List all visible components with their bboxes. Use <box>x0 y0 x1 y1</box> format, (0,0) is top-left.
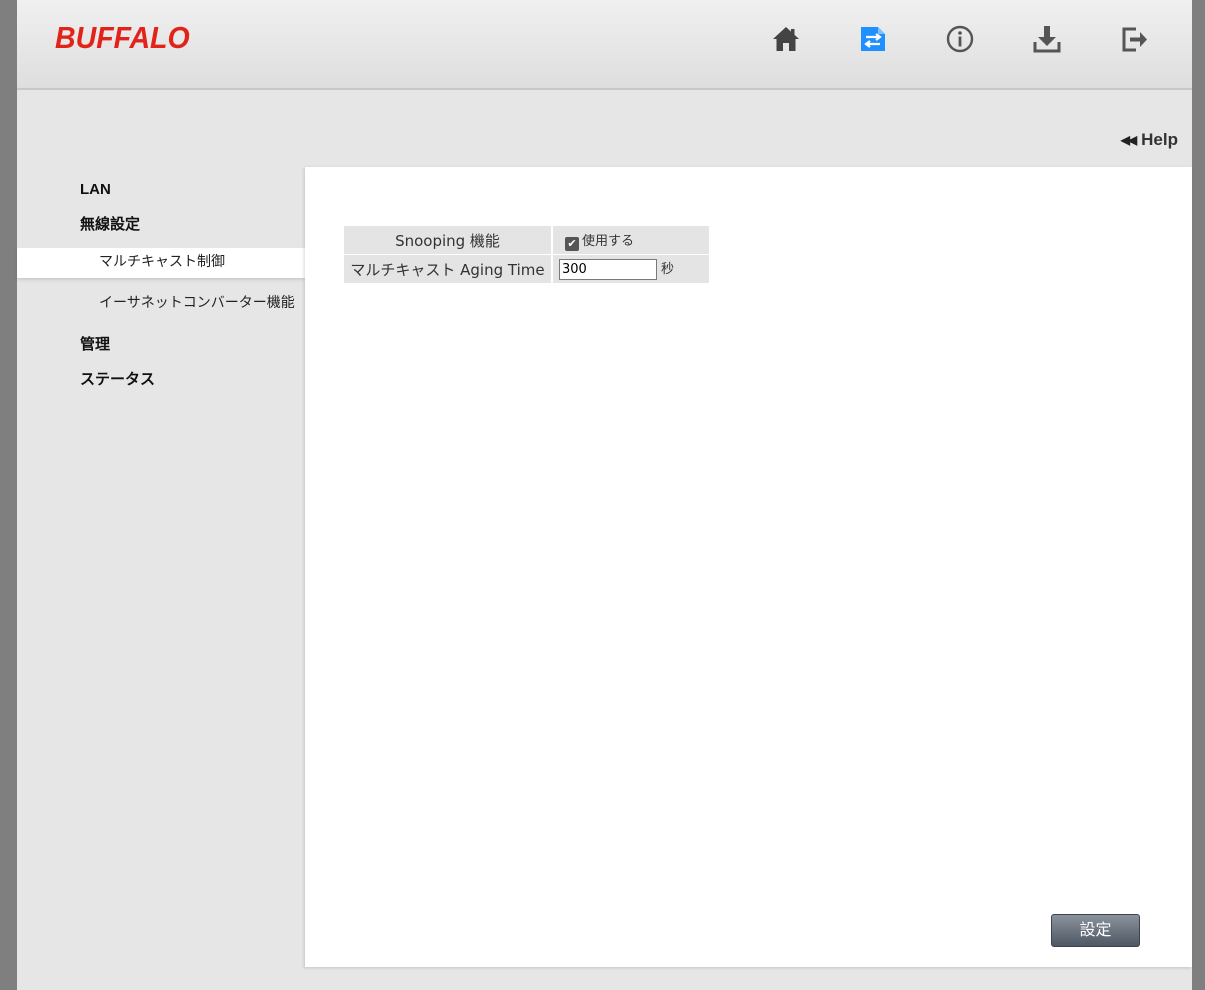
snooping-checkbox-label[interactable]: 使用する <box>582 234 634 249</box>
header-bar: BUFFALO <box>17 0 1192 90</box>
help-link[interactable]: ◀◀ Help <box>1121 130 1178 150</box>
table-row: マルチキャスト Aging Time 秒 <box>344 255 709 283</box>
settings-icon[interactable] <box>856 22 890 56</box>
snooping-label: Snooping 機能 <box>344 226 553 254</box>
download-icon[interactable] <box>1030 22 1064 56</box>
info-icon[interactable] <box>943 22 977 56</box>
table-row: Snooping 機能 ✔ 使用する <box>344 226 709 254</box>
home-icon[interactable] <box>769 22 803 56</box>
sidebar-item-status[interactable]: ステータス <box>17 362 305 397</box>
content-panel: Snooping 機能 ✔使用する マルチキャスト Aging Time 秒 設… <box>305 167 1192 967</box>
aging-time-input[interactable] <box>559 259 657 280</box>
multicast-settings-table: Snooping 機能 ✔使用する マルチキャスト Aging Time 秒 <box>344 225 709 284</box>
help-label: Help <box>1141 130 1178 149</box>
double-left-arrow-icon: ◀◀ <box>1120 133 1138 147</box>
logout-icon[interactable] <box>1117 22 1151 56</box>
aging-time-unit: 秒 <box>661 262 675 277</box>
app-frame: BUFFALO ◀◀ Help LAN 無線設定 マルチキャスト制御 イーサネッ… <box>17 0 1192 990</box>
sidebar: LAN 無線設定 マルチキャスト制御 イーサネットコンバーター機能 管理 ステー… <box>17 172 305 397</box>
sidebar-item-wireless-settings[interactable]: 無線設定 <box>17 207 305 242</box>
snooping-value-cell: ✔ 使用する <box>553 226 709 254</box>
aging-time-value-cell: 秒 <box>553 255 709 283</box>
apply-settings-button[interactable]: 設定 <box>1051 914 1140 947</box>
top-nav <box>17 22 1192 58</box>
sidebar-item-multicast-control[interactable]: マルチキャスト制御 <box>17 248 305 278</box>
sidebar-item-management[interactable]: 管理 <box>17 327 305 362</box>
aging-time-label: マルチキャスト Aging Time <box>344 255 553 283</box>
sidebar-item-ethernet-converter[interactable]: イーサネットコンバーター機能 <box>17 278 305 327</box>
snooping-checkbox[interactable]: ✔ <box>565 236 579 251</box>
sidebar-item-lan[interactable]: LAN <box>17 172 305 207</box>
